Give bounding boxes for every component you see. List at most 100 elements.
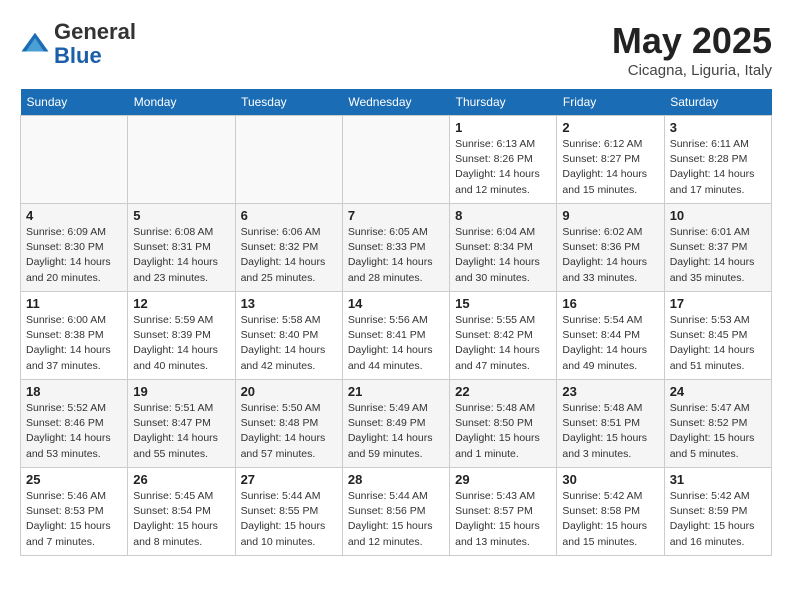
calendar-cell: 13Sunrise: 5:58 AM Sunset: 8:40 PM Dayli… — [235, 292, 342, 380]
week-row-5: 25Sunrise: 5:46 AM Sunset: 8:53 PM Dayli… — [21, 468, 772, 556]
calendar-cell: 11Sunrise: 6:00 AM Sunset: 8:38 PM Dayli… — [21, 292, 128, 380]
calendar-cell: 29 Sunrise: 5:43 AM Sunset: 8:57 PM Dayli… — [450, 468, 557, 556]
calendar-cell: 26Sunrise: 5:45 AM Sunset: 8:54 PM Dayli… — [128, 468, 235, 556]
calendar-cell: 25Sunrise: 5:46 AM Sunset: 8:53 PM Dayli… — [21, 468, 128, 556]
day-info: Sunrise: 5:54 AM Sunset: 8:44 PM Dayligh… — [562, 313, 658, 374]
calendar-cell: 1Sunrise: 6:13 AM Sunset: 8:26 PM Daylig… — [450, 116, 557, 204]
calendar-cell: 8 Sunrise: 6:04 AM Sunset: 8:34 PM Daylig… — [450, 204, 557, 292]
calendar-cell: 20 Sunrise: 5:50 AM Sunset: 8:48 PM Dayli… — [235, 380, 342, 468]
day-number: 20 — [241, 384, 337, 399]
calendar-cell: 6Sunrise: 6:06 AM Sunset: 8:32 PM Daylig… — [235, 204, 342, 292]
week-row-1: 1Sunrise: 6:13 AM Sunset: 8:26 PM Daylig… — [21, 116, 772, 204]
day-number: 7 — [348, 208, 444, 223]
day-info: Sunrise: 5:56 AM Sunset: 8:41 PM Dayligh… — [348, 313, 444, 374]
column-header-monday: Monday — [128, 89, 235, 116]
calendar-cell: 4 Sunrise: 6:09 AM Sunset: 8:30 PM Daylig… — [21, 204, 128, 292]
calendar-cell: 19 Sunrise: 5:51 AM Sunset: 8:47 PM Dayli… — [128, 380, 235, 468]
day-number: 17 — [670, 296, 766, 311]
calendar-cell: 5 Sunrise: 6:08 AM Sunset: 8:31 PM Daylig… — [128, 204, 235, 292]
day-number: 31 — [670, 472, 766, 487]
day-info: Sunrise: 6:11 AM Sunset: 8:28 PM Dayligh… — [670, 137, 766, 198]
day-info: Sunrise: 6:08 AM Sunset: 8:31 PM Dayligh… — [133, 225, 229, 286]
calendar-cell: 7 Sunrise: 6:05 AM Sunset: 8:33 PM Daylig… — [342, 204, 449, 292]
day-info: Sunrise: 5:47 AM Sunset: 8:52 PM Dayligh… — [670, 401, 766, 462]
column-header-tuesday: Tuesday — [235, 89, 342, 116]
day-info: Sunrise: 5:48 AM Sunset: 8:51 PM Dayligh… — [562, 401, 658, 462]
day-info: Sunrise: 5:52 AM Sunset: 8:46 PM Dayligh… — [26, 401, 122, 462]
day-info: Sunrise: 5:48 AM Sunset: 8:50 PM Dayligh… — [455, 401, 551, 462]
calendar-cell: 12Sunrise: 5:59 AM Sunset: 8:39 PM Dayli… — [128, 292, 235, 380]
calendar-cell: 3Sunrise: 6:11 AM Sunset: 8:28 PM Daylig… — [664, 116, 771, 204]
calendar-cell: 22 Sunrise: 5:48 AM Sunset: 8:50 PM Dayli… — [450, 380, 557, 468]
logo-icon — [20, 29, 50, 59]
location: Cicagna, Liguria, Italy — [612, 62, 772, 79]
logo-text: General Blue — [54, 20, 136, 68]
calendar-cell: 14 Sunrise: 5:56 AM Sunset: 8:41 PM Dayli… — [342, 292, 449, 380]
month-title: May 2025 — [612, 20, 772, 62]
calendar-cell: 31Sunrise: 5:42 AM Sunset: 8:59 PM Dayli… — [664, 468, 771, 556]
day-info: Sunrise: 5:45 AM Sunset: 8:54 PM Dayligh… — [133, 489, 229, 550]
day-number: 12 — [133, 296, 229, 311]
calendar-cell: 21Sunrise: 5:49 AM Sunset: 8:49 PM Dayli… — [342, 380, 449, 468]
day-info: Sunrise: 5:53 AM Sunset: 8:45 PM Dayligh… — [670, 313, 766, 374]
calendar-cell: 28 Sunrise: 5:44 AM Sunset: 8:56 PM Dayli… — [342, 468, 449, 556]
day-number: 18 — [26, 384, 122, 399]
day-number: 14 — [348, 296, 444, 311]
day-number: 15 — [455, 296, 551, 311]
calendar-cell: 9Sunrise: 6:02 AM Sunset: 8:36 PM Daylig… — [557, 204, 664, 292]
column-header-saturday: Saturday — [664, 89, 771, 116]
day-info: Sunrise: 5:55 AM Sunset: 8:42 PM Dayligh… — [455, 313, 551, 374]
day-number: 19 — [133, 384, 229, 399]
day-info: Sunrise: 5:50 AM Sunset: 8:48 PM Dayligh… — [241, 401, 337, 462]
day-info: Sunrise: 6:12 AM Sunset: 8:27 PM Dayligh… — [562, 137, 658, 198]
day-number: 8 — [455, 208, 551, 223]
calendar-table: SundayMondayTuesdayWednesdayThursdayFrid… — [20, 89, 772, 556]
day-info: Sunrise: 5:51 AM Sunset: 8:47 PM Dayligh… — [133, 401, 229, 462]
day-number: 24 — [670, 384, 766, 399]
day-info: Sunrise: 5:49 AM Sunset: 8:49 PM Dayligh… — [348, 401, 444, 462]
calendar-cell — [128, 116, 235, 204]
day-number: 23 — [562, 384, 658, 399]
logo: General Blue — [20, 20, 136, 68]
calendar-cell: 17 Sunrise: 5:53 AM Sunset: 8:45 PM Dayli… — [664, 292, 771, 380]
day-number: 28 — [348, 472, 444, 487]
day-number: 30 — [562, 472, 658, 487]
week-row-2: 4 Sunrise: 6:09 AM Sunset: 8:30 PM Daylig… — [21, 204, 772, 292]
column-header-sunday: Sunday — [21, 89, 128, 116]
column-header-wednesday: Wednesday — [342, 89, 449, 116]
calendar-cell — [342, 116, 449, 204]
day-info: Sunrise: 5:42 AM Sunset: 8:58 PM Dayligh… — [562, 489, 658, 550]
day-number: 5 — [133, 208, 229, 223]
day-number: 22 — [455, 384, 551, 399]
calendar-cell: 27 Sunrise: 5:44 AM Sunset: 8:55 PM Dayli… — [235, 468, 342, 556]
column-header-friday: Friday — [557, 89, 664, 116]
calendar-cell: 30 Sunrise: 5:42 AM Sunset: 8:58 PM Dayli… — [557, 468, 664, 556]
calendar-cell: 23 Sunrise: 5:48 AM Sunset: 8:51 PM Dayli… — [557, 380, 664, 468]
day-number: 27 — [241, 472, 337, 487]
calendar-cell: 24 Sunrise: 5:47 AM Sunset: 8:52 PM Dayli… — [664, 380, 771, 468]
calendar-cell — [21, 116, 128, 204]
header-row: SundayMondayTuesdayWednesdayThursdayFrid… — [21, 89, 772, 116]
week-row-4: 18 Sunrise: 5:52 AM Sunset: 8:46 PM Dayli… — [21, 380, 772, 468]
day-info: Sunrise: 5:58 AM Sunset: 8:40 PM Dayligh… — [241, 313, 337, 374]
day-info: Sunrise: 6:02 AM Sunset: 8:36 PM Dayligh… — [562, 225, 658, 286]
calendar-cell — [235, 116, 342, 204]
day-number: 16 — [562, 296, 658, 311]
title-block: May 2025 Cicagna, Liguria, Italy — [612, 20, 772, 79]
calendar-cell: 16 Sunrise: 5:54 AM Sunset: 8:44 PM Dayli… — [557, 292, 664, 380]
logo-blue: Blue — [54, 43, 102, 68]
day-number: 29 — [455, 472, 551, 487]
day-number: 6 — [241, 208, 337, 223]
day-info: Sunrise: 5:44 AM Sunset: 8:56 PM Dayligh… — [348, 489, 444, 550]
calendar-cell: 10Sunrise: 6:01 AM Sunset: 8:37 PM Dayli… — [664, 204, 771, 292]
day-info: Sunrise: 5:44 AM Sunset: 8:55 PM Dayligh… — [241, 489, 337, 550]
week-row-3: 11Sunrise: 6:00 AM Sunset: 8:38 PM Dayli… — [21, 292, 772, 380]
day-number: 1 — [455, 120, 551, 135]
day-number: 2 — [562, 120, 658, 135]
day-info: Sunrise: 6:09 AM Sunset: 8:30 PM Dayligh… — [26, 225, 122, 286]
day-number: 11 — [26, 296, 122, 311]
day-info: Sunrise: 6:05 AM Sunset: 8:33 PM Dayligh… — [348, 225, 444, 286]
day-info: Sunrise: 5:43 AM Sunset: 8:57 PM Dayligh… — [455, 489, 551, 550]
day-number: 4 — [26, 208, 122, 223]
day-info: Sunrise: 6:04 AM Sunset: 8:34 PM Dayligh… — [455, 225, 551, 286]
